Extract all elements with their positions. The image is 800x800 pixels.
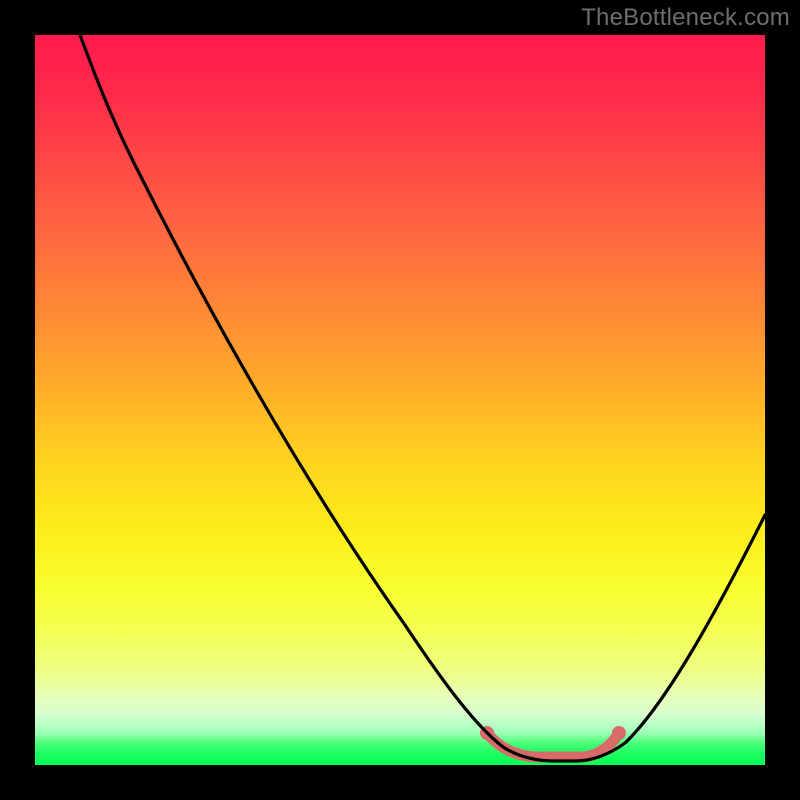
optimal-range-end-dot [612,726,626,740]
bottleneck-curve [80,35,765,761]
chart-frame: TheBottleneck.com [0,0,800,800]
plot-area [35,35,765,765]
watermark-label: TheBottleneck.com [581,4,790,32]
curve-layer [35,35,765,765]
optimal-range-highlight [487,733,619,757]
